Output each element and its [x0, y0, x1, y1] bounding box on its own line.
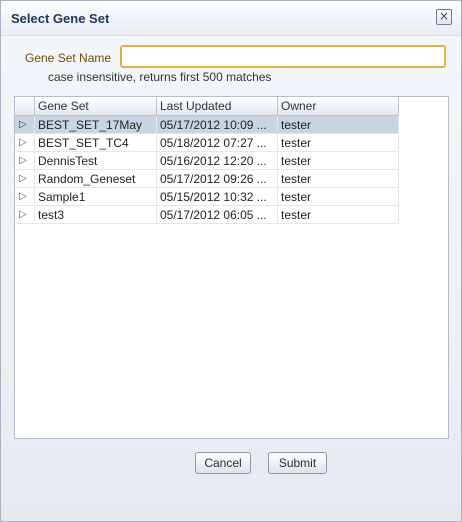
dialog-title: Select Gene Set	[11, 11, 110, 26]
owner-cell: tester	[277, 169, 399, 188]
gene-set-name-input[interactable]	[120, 45, 446, 68]
selector-header	[15, 97, 35, 116]
last-updated-cell: 05/17/2012 09:26 ...	[156, 169, 278, 188]
table-row[interactable]: ▷ BEST_SET_TC4 05/18/2012 07:27 ... tester	[15, 133, 399, 152]
last-updated-cell: 05/17/2012 06:05 ...	[156, 205, 278, 224]
row-pointer-icon: ▷	[15, 187, 35, 206]
last-updated-cell: 05/16/2012 12:20 ...	[156, 151, 278, 170]
row-pointer-icon: ▷	[15, 169, 35, 188]
table-body: ▷ BEST_SET_17May 05/17/2012 10:09 ... teste…	[15, 115, 399, 224]
gene-set-cell: Random_Geneset	[34, 169, 157, 188]
gene-set-name-label: Gene Set Name	[25, 51, 112, 65]
submit-button[interactable]: Submit	[268, 452, 327, 474]
gene-set-cell: test3	[34, 205, 157, 224]
row-pointer-icon: ▷	[15, 205, 35, 224]
owner-cell: tester	[277, 115, 399, 134]
owner-cell: tester	[277, 187, 399, 206]
gene-set-table-container: Gene Set Last Updated Owner ▷ BEST_SET_17…	[14, 96, 449, 439]
table-row[interactable]: ▷ DennisTest 05/16/2012 12:20 ... tester	[15, 151, 399, 170]
owner-cell: tester	[277, 205, 399, 224]
row-pointer-icon: ▷	[15, 151, 35, 170]
row-pointer-icon: ▷	[15, 133, 35, 152]
last-updated-cell: 05/18/2012 07:27 ...	[156, 133, 278, 152]
table-header-row: Gene Set Last Updated Owner	[15, 97, 399, 116]
gene-set-cell: DennisTest	[34, 151, 157, 170]
dialog-titlebar: Select Gene Set ×	[1, 1, 461, 36]
table-row[interactable]: ▷ BEST_SET_17May 05/17/2012 10:09 ... teste…	[15, 115, 399, 134]
search-hint: case insensitive, returns first 500 matc…	[48, 70, 272, 84]
gene-set-cell: BEST_SET_17May	[34, 115, 157, 134]
column-header-gene-set[interactable]: Gene Set	[34, 97, 157, 116]
column-header-owner[interactable]: Owner	[277, 97, 399, 116]
last-updated-cell: 05/17/2012 10:09 ...	[156, 115, 278, 134]
owner-cell: tester	[277, 133, 399, 152]
owner-cell: tester	[277, 151, 399, 170]
table-row[interactable]: ▷ Random_Geneset 05/17/2012 09:26 ... teste…	[15, 169, 399, 188]
gene-set-cell: BEST_SET_TC4	[34, 133, 157, 152]
close-icon[interactable]: ×	[436, 9, 452, 25]
cancel-button[interactable]: Cancel	[195, 452, 251, 474]
gene-set-cell: Sample1	[34, 187, 157, 206]
select-gene-set-dialog: Select Gene Set × Gene Set Name case ins…	[0, 0, 462, 522]
row-pointer-icon: ▷	[15, 115, 35, 134]
gene-set-table: Gene Set Last Updated Owner ▷ BEST_SET_17…	[15, 97, 399, 224]
last-updated-cell: 05/15/2012 10:32 ...	[156, 187, 278, 206]
table-row[interactable]: ▷ test3 05/17/2012 06:05 ... tester	[15, 205, 399, 224]
column-header-last-updated[interactable]: Last Updated	[156, 97, 278, 116]
table-row[interactable]: ▷ Sample1 05/15/2012 10:32 ... tester	[15, 187, 399, 206]
